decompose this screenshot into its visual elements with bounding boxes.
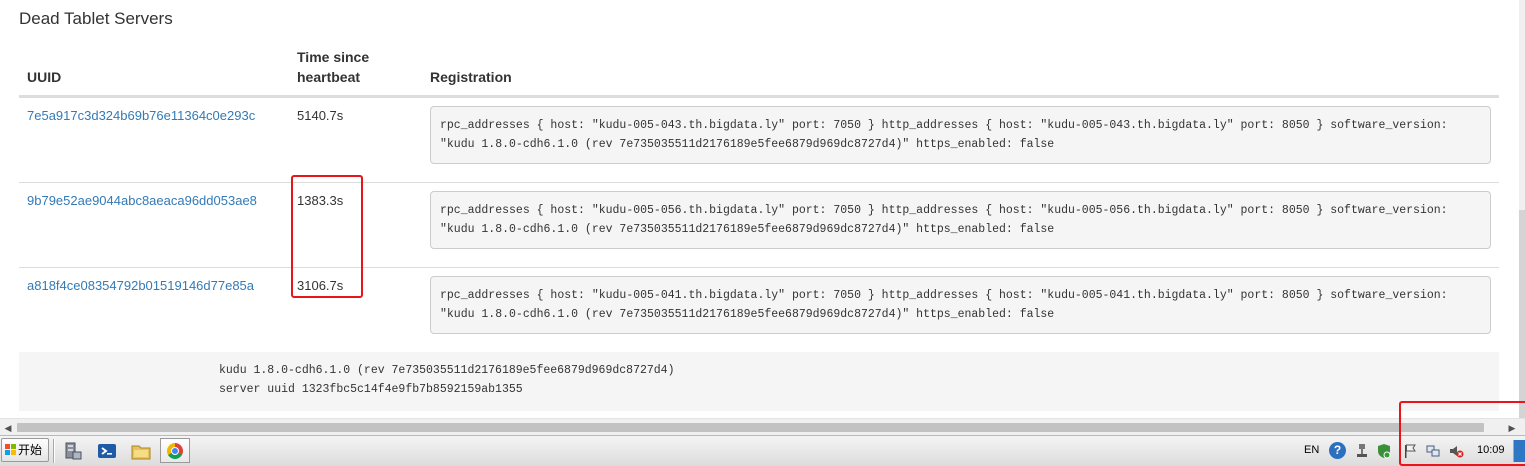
uuid-link[interactable]: 7e5a917c3d324b69b76e11364c0e293c [27,108,255,123]
help-icon[interactable]: ? [1329,442,1346,459]
footer-text: kudu 1.8.0-cdh6.1.0 (rev 7e735035511d217… [219,361,674,399]
network-adapter-icon[interactable] [1354,443,1370,459]
chrome-icon [167,443,183,459]
windows-taskbar: 开始 EN ? 10:09 [0,435,1525,466]
volume-muted-icon[interactable] [1448,443,1464,459]
taskbar-separator [53,439,55,463]
heartbeat-time: 1383.3s [297,193,344,208]
table-row: 7e5a917c3d324b69b76e11364c0e293c 5140.7s… [19,97,1499,183]
start-button[interactable]: 开始 [1,438,49,462]
explorer-folder-icon[interactable] [130,440,152,462]
header-registration: Registration [430,69,512,85]
header-uuid: UUID [27,69,62,85]
security-shield-icon[interactable] [1376,443,1392,459]
table-header: UUID Time since heartbeat Registration [19,42,1499,97]
windows-logo-icon [5,444,17,456]
table-row: a818f4ce08354792b01519146d77e85a 3106.7s… [19,267,1499,353]
uuid-link[interactable]: a818f4ce08354792b01519146d77e85a [27,278,254,293]
footer-server-uuid: server uuid 1323fbc5c14f4e9fb7b8592159ab… [219,383,523,396]
uuid-link[interactable]: 9b79e52ae9044abc8aeaca96dd053ae8 [27,193,257,208]
registration-block: rpc_addresses { host: "kudu-005-056.th.b… [430,191,1491,249]
language-indicator[interactable]: EN [1304,444,1319,456]
table-row: 9b79e52ae9044abc8aeaca96dd053ae8 1383.3s… [19,182,1499,268]
page-footer: kudu 1.8.0-cdh6.1.0 (rev 7e735035511d217… [19,352,1499,411]
header-time-since-heartbeat: Time since heartbeat [297,49,370,85]
powershell-icon[interactable] [96,440,118,462]
scroll-right-arrow-icon[interactable]: ▶ [1506,422,1518,434]
server-manager-icon[interactable] [62,440,84,462]
browser-page: Dead Tablet Servers UUID Time since hear… [0,0,1525,418]
start-label: 开始 [18,443,43,457]
network-status-icon[interactable] [1425,443,1441,459]
registration-block: rpc_addresses { host: "kudu-005-043.th.b… [430,106,1491,164]
show-desktop-button[interactable] [1513,440,1525,462]
action-center-flag-icon[interactable] [1402,443,1418,459]
heartbeat-time: 5140.7s [297,108,344,123]
section-title: Dead Tablet Servers [19,9,173,28]
chrome-taskbar-button[interactable] [160,438,190,463]
scroll-left-arrow-icon[interactable]: ◀ [2,422,14,434]
registration-block: rpc_addresses { host: "kudu-005-041.th.b… [430,276,1491,334]
horizontal-scrollbar-thumb[interactable] [17,423,1484,432]
heartbeat-time: 3106.7s [297,278,344,293]
horizontal-scrollbar[interactable]: ◀ ▶ [0,418,1525,435]
footer-version: kudu 1.8.0-cdh6.1.0 (rev 7e735035511d217… [219,364,675,377]
system-clock[interactable]: 10:09 [1477,444,1505,456]
vertical-scrollbar-thumb[interactable] [1519,210,1525,418]
